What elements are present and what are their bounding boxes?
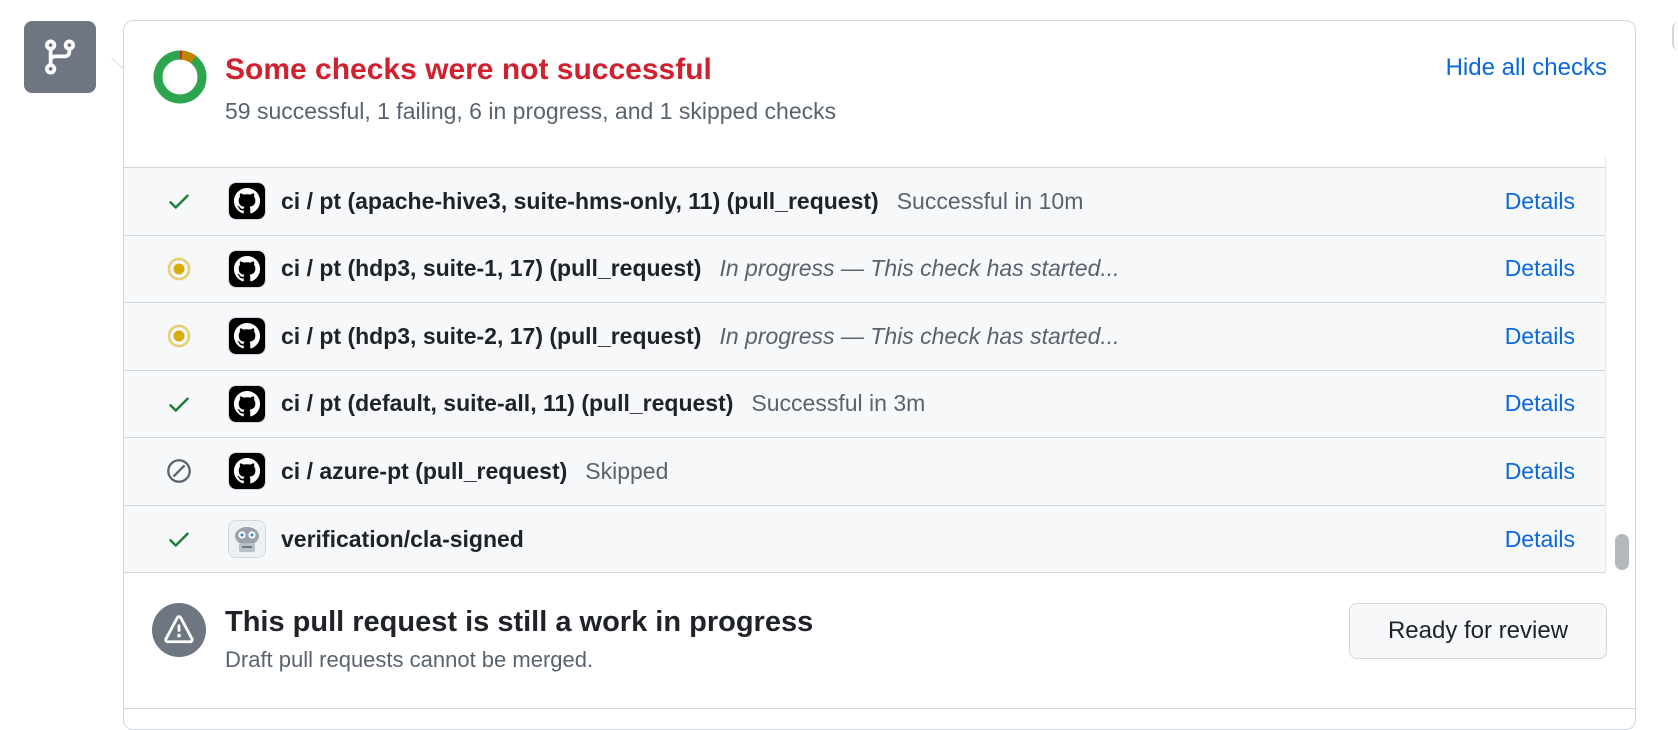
dot-fill-icon [164,321,194,351]
check-row: ci / pt (hdp3, suite-2, 17) (pull_reques… [124,303,1605,371]
check-row: ci / pt (hdp3, suite-1, 17) (pull_reques… [124,236,1605,303]
merge-subtitle: Draft pull requests cannot be merged. [225,647,594,672]
check-row: ci / pt (default, suite-all, 11) (pull_r… [124,371,1605,438]
check-name: ci / pt (default, suite-all, 11) (pull_r… [281,390,925,417]
details-link[interactable]: Details [1505,323,1575,350]
check-title: ci / pt (hdp3, suite-1, 17) (pull_reques… [281,255,702,282]
check-title: ci / azure-pt (pull_request) [281,457,568,484]
merge-box: Some checks were not successful 59 succe… [111,20,1636,730]
details-link[interactable]: Details [1505,458,1575,485]
summary-title: Some checks were not successful [225,53,712,86]
alert-icon [152,603,206,657]
github-icon [228,452,266,491]
hide-all-checks-link[interactable]: Hide all checks [1446,54,1607,82]
check-name: ci / pt (apache-hive3, suite-hms-only, 1… [281,188,1083,215]
dot-fill-icon [164,254,194,284]
github-icon [228,384,266,423]
github-icon [228,249,266,288]
check-icon [164,186,194,216]
details-link[interactable]: Details [1505,390,1575,417]
check-title: ci / pt (apache-hive3, suite-hms-only, 1… [281,187,879,214]
robot-avatar-icon [228,520,266,559]
checks-list[interactable]: ci / pt (apache-hive3, suite-hms-only, 1… [124,167,1605,573]
check-description: In progress — This check has started... [719,322,1120,349]
check-name: ci / pt (hdp3, suite-1, 17) (pull_reques… [281,255,1120,282]
details-link[interactable]: Details [1505,526,1575,553]
check-row: ci / pt (apache-hive3, suite-hms-only, 1… [124,168,1605,236]
edge-mark [1672,22,1678,50]
ready-for-review-button[interactable]: Ready for review [1349,603,1607,659]
check-name: ci / pt (hdp3, suite-2, 17) (pull_reques… [281,323,1120,350]
check-icon [164,389,194,419]
check-description: Successful in 10m [896,187,1084,214]
details-link[interactable]: Details [1505,188,1575,215]
check-description: In progress — This check has started... [719,255,1120,282]
check-row: ci / azure-pt (pull_request) Skipped Detai… [124,438,1605,506]
check-description: Skipped [585,457,669,484]
github-icon [228,182,266,221]
check-row: verification/cla-signed Details [124,506,1605,573]
details-link[interactable]: Details [1505,255,1575,282]
check-description: Successful in 3m [751,390,926,417]
summary-subtitle: 59 successful, 1 failing, 6 in progress,… [225,98,837,124]
scrollbar-thumb[interactable] [1615,534,1629,570]
skip-icon [164,456,194,486]
check-title: ci / pt (default, suite-all, 11) (pull_r… [281,390,734,417]
check-name: verification/cla-signed [281,526,524,553]
checks-summary: Some checks were not successful 59 succe… [124,21,1635,156]
check-title: ci / pt (hdp3, suite-2, 17) (pull_reques… [281,322,702,349]
check-icon [164,524,194,554]
github-icon [228,317,266,356]
check-title: verification/cla-signed [281,525,524,552]
merge-title: This pull request is still a work in pro… [225,606,814,638]
git-branch-icon [24,21,96,93]
donut-progress-icon [153,50,207,104]
check-name: ci / azure-pt (pull_request) Skipped [281,458,668,485]
merge-status: This pull request is still a work in pro… [124,573,1635,709]
checks-scrollbar[interactable] [1605,156,1635,573]
